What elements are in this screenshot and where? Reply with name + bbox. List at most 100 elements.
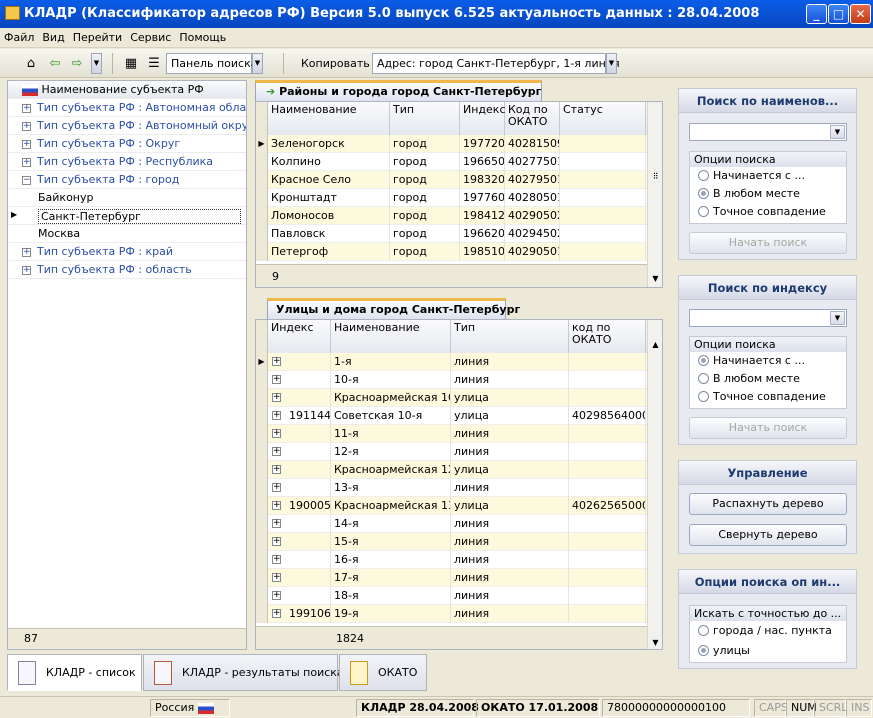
row-selector[interactable] — [256, 587, 268, 605]
menu-go[interactable]: Перейти — [69, 28, 127, 44]
expand-icon[interactable]: + — [22, 157, 31, 167]
radio-icon[interactable] — [698, 169, 709, 181]
home-icon[interactable]: ⌂ — [20, 53, 42, 74]
expand-icon[interactable]: + — [272, 501, 281, 510]
address-dropdown-icon[interactable]: ▼ — [606, 53, 617, 74]
row-selector[interactable] — [256, 225, 268, 243]
radio-checked-icon[interactable] — [698, 354, 709, 366]
radio-icon[interactable] — [698, 205, 709, 217]
index-search-input[interactable]: ▼ — [689, 309, 847, 327]
row-selector[interactable] — [256, 171, 268, 189]
expand-tree-button[interactable]: Распахнуть дерево — [689, 493, 847, 515]
expand-icon[interactable]: + — [272, 429, 281, 438]
expand-icon[interactable]: + — [272, 375, 281, 384]
expand-icon[interactable]: + — [272, 609, 281, 618]
tree-item[interactable]: ▶ Санкт-Петербург — [8, 207, 246, 225]
row-selector[interactable] — [256, 479, 268, 497]
table-row[interactable]: +18-я линия — [256, 587, 648, 605]
expand-icon[interactable]: + — [272, 465, 281, 474]
menu-view[interactable]: Вид — [38, 28, 68, 44]
tree-item[interactable]: + Тип субъекта РФ : Округ — [8, 135, 246, 153]
table-row[interactable]: +190005Красноармейская 13-яулица40262565… — [256, 497, 648, 515]
expand-icon[interactable]: + — [22, 121, 31, 131]
table-row[interactable]: +13-я линия — [256, 479, 648, 497]
districts-column-header[interactable]: Код по ОКАТО — [505, 102, 560, 135]
table-row[interactable]: Петергоф город 198510 40290501 — [256, 243, 648, 261]
expand-icon[interactable]: + — [272, 573, 281, 582]
minimize-button[interactable]: _ — [806, 4, 827, 24]
row-selector[interactable] — [256, 551, 268, 569]
name-opt-anywhere[interactable]: В любом месте — [690, 185, 846, 203]
streets-column-header[interactable]: Тип — [451, 320, 569, 353]
index-opt-starts[interactable]: Начинается с ... — [690, 352, 846, 370]
expand-icon[interactable]: + — [272, 357, 281, 366]
row-selector[interactable] — [256, 515, 268, 533]
expand-icon[interactable]: + — [272, 393, 281, 402]
collapse-tree-button[interactable]: Свернуть дерево — [689, 524, 847, 546]
chevron-down-icon[interactable]: ▼ — [830, 125, 845, 139]
expand-icon[interactable]: + — [272, 519, 281, 528]
row-selector[interactable] — [256, 189, 268, 207]
tree-item[interactable]: + Тип субъекта РФ : Автономная область — [8, 99, 246, 117]
row-selector[interactable] — [256, 605, 268, 623]
menu-help[interactable]: Помощь — [175, 28, 230, 44]
radio-icon[interactable] — [698, 390, 709, 402]
index-opt-anywhere[interactable]: В любом месте — [690, 370, 846, 388]
tree-item[interactable]: + Тип субъекта РФ : Автономный округ — [8, 117, 246, 135]
districts-column-header[interactable]: Индекс — [460, 102, 506, 135]
tab-kladr-results[interactable]: КЛАДР - результаты поиска — [143, 654, 344, 691]
table-row[interactable]: Кронштадт город 197760 40280501 — [256, 189, 648, 207]
table-row[interactable]: +191144 Советская 10-я улица 40298564000 — [256, 407, 648, 425]
expand-icon[interactable]: + — [272, 555, 281, 564]
name-opt-exact[interactable]: Точное совпадение — [690, 203, 846, 221]
row-selector[interactable] — [256, 389, 268, 407]
row-selector[interactable] — [256, 533, 268, 551]
tree-view-icon[interactable]: ▦ — [120, 53, 142, 74]
districts-column-header[interactable]: Тип — [390, 102, 460, 135]
table-row[interactable]: +14-я линия — [256, 515, 648, 533]
list-view-icon[interactable]: ☰ — [143, 53, 165, 74]
table-row[interactable]: + Красноармейская 12-яулица — [256, 461, 648, 479]
streets-column-header[interactable]: Индекс — [268, 320, 331, 353]
search-panel-button[interactable]: Панель поиска — [166, 53, 258, 74]
row-selector[interactable] — [256, 461, 268, 479]
table-row[interactable]: +11-я линия — [256, 425, 648, 443]
districts-scrollbar[interactable]: ▼ ⠿ — [647, 102, 662, 287]
table-row[interactable]: + Красноармейская 10-яулица — [256, 389, 648, 407]
table-row[interactable]: +15-я линия — [256, 533, 648, 551]
radio-icon[interactable] — [698, 372, 709, 384]
row-selector[interactable] — [256, 443, 268, 461]
history-dropdown-icon[interactable]: ▼ — [91, 53, 102, 74]
streets-column-header[interactable]: код по ОКАТО — [569, 320, 646, 353]
expand-icon[interactable]: + — [272, 447, 281, 456]
tree-item[interactable]: + Тип субъекта РФ : область — [8, 261, 246, 279]
table-row[interactable]: +17-я линия — [256, 569, 648, 587]
tree-item[interactable]: − Тип субъекта РФ : город — [8, 171, 246, 189]
address-box[interactable]: Адрес: город Санкт-Петербург, 1-я линия — [372, 53, 620, 74]
table-row[interactable]: +199106 19-я линия — [256, 605, 648, 623]
index-opt-exact[interactable]: Точное совпадение — [690, 388, 846, 406]
chevron-down-icon[interactable]: ▼ — [830, 311, 845, 325]
row-selector[interactable]: ▶ — [256, 135, 268, 153]
table-row[interactable]: ▶ Зеленогорск город 197720 40281509 — [256, 135, 648, 153]
tree-item[interactable]: Москва — [8, 225, 246, 243]
name-search-start-button[interactable]: Начать поиск — [689, 232, 847, 254]
row-selector[interactable] — [256, 569, 268, 587]
expand-icon[interactable]: + — [272, 537, 281, 546]
back-icon[interactable]: ⇦ — [44, 53, 66, 74]
copy-button[interactable]: Копировать — [296, 53, 370, 74]
expand-icon[interactable]: + — [272, 411, 281, 420]
districts-column-header[interactable]: Статус — [560, 102, 646, 135]
table-row[interactable]: Колпино город 196650 40277501 — [256, 153, 648, 171]
row-selector[interactable] — [256, 207, 268, 225]
tree-item[interactable]: + Тип субъекта РФ : край — [8, 243, 246, 261]
table-row[interactable]: +16-я линия — [256, 551, 648, 569]
expand-icon[interactable]: + — [22, 103, 31, 113]
table-row[interactable]: Красное Село город 198320 40279501 — [256, 171, 648, 189]
forward-icon[interactable]: ⇨ — [66, 53, 88, 74]
menu-file[interactable]: Файл — [0, 28, 38, 44]
row-selector[interactable] — [256, 153, 268, 171]
streets-scrollbar[interactable]: ▼ ▲ — [647, 320, 662, 649]
expand-icon[interactable]: + — [22, 139, 31, 149]
row-selector[interactable] — [256, 497, 268, 515]
